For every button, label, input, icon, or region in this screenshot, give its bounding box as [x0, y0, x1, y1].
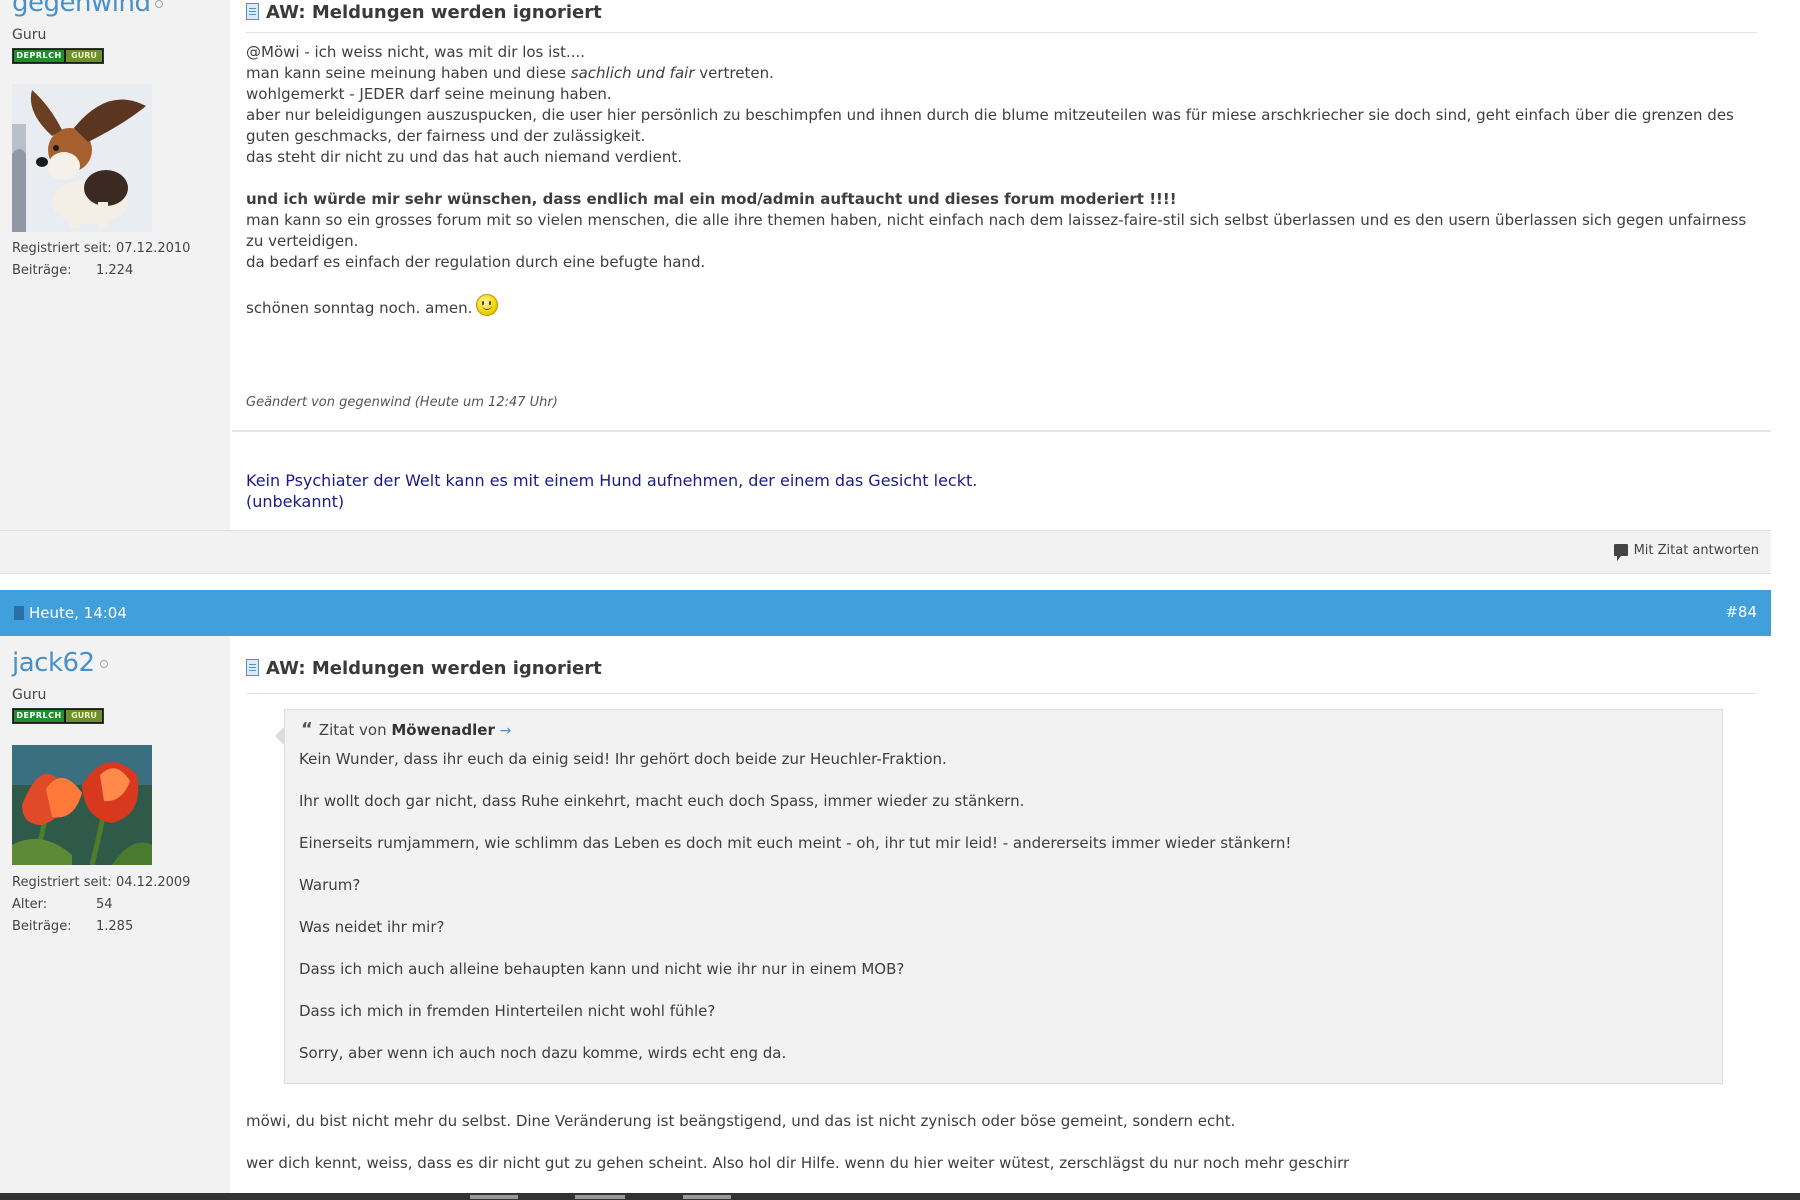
rank-badge: DEPRLCH GURU	[12, 708, 104, 724]
rank-badge-right: GURU	[66, 710, 102, 722]
body-line: wohlgemerkt - JEDER darf seine meinung h…	[246, 85, 612, 103]
registered-value: 07.12.2010	[116, 241, 191, 256]
posts-label: Beiträge:	[12, 263, 72, 278]
post-body: @Möwi - ich weiss nicht, was mit dir los…	[246, 42, 1747, 319]
quote-line: Sorry, aber wenn ich auch noch dazu komm…	[299, 1044, 787, 1062]
post-header: Heute, 14:04 #84	[0, 590, 1771, 636]
emphasis-text: sachlich und fair	[570, 64, 695, 82]
registered-row: Registriert seit: 07.12.2010	[12, 238, 190, 260]
post-title: AW: Meldungen werden ignoriert	[246, 658, 602, 679]
signature-line: Kein Psychiater der Welt kann es mit ein…	[246, 471, 978, 490]
body-line-bold: und ich würde mir sehr wünschen, dass en…	[246, 190, 1177, 208]
quote-box: “ Zitat von Möwenadler → Kein Wunder, das…	[275, 709, 1723, 1086]
user-info: Registriert seit: 07.12.2010 Beiträge: 1…	[12, 238, 190, 282]
post-body: möwi, du bist nicht mehr du selbst. Dine…	[246, 1111, 1747, 1174]
document-icon	[246, 659, 259, 676]
document-icon	[246, 3, 259, 20]
body-line: man kann so ein grosses forum mit so vie…	[246, 211, 1747, 250]
user-info: Registriert seit: 04.12.2009 Alter: 54 B…	[12, 872, 190, 938]
body-line: das steht dir nicht zu und das hat auch …	[246, 148, 682, 166]
signature: Kein Psychiater der Welt kann es mit ein…	[246, 470, 977, 512]
avatar[interactable]	[12, 84, 152, 232]
user-sidebar: gegenwind Guru DEPRLCH GURU Registriert …	[0, 0, 230, 530]
quote-line: Kein Wunder, dass ihr euch da einig seid…	[299, 750, 947, 768]
quote-content: Kein Wunder, dass ihr euch da einig seid…	[299, 750, 1291, 1086]
rank-badge-left: DEPRLCH	[14, 710, 64, 722]
quote-mark-icon: “	[301, 719, 313, 740]
online-status-icon	[155, 0, 164, 8]
post-jack62: jack62 Guru DEPRLCH GURU Registriert sei…	[0, 636, 1771, 1193]
signature-divider	[232, 430, 1771, 432]
rank-badge-right: GURU	[66, 50, 102, 62]
divider	[246, 32, 1757, 33]
posts-label: Beiträge:	[12, 919, 72, 934]
quote-author[interactable]: Möwenadler	[391, 721, 495, 739]
posts-row: Beiträge: 1.285	[12, 916, 190, 938]
registered-value: 04.12.2009	[116, 875, 191, 890]
post-title-text: AW: Meldungen werden ignoriert	[266, 2, 602, 23]
body-line: schönen sonntag noch. amen.	[246, 294, 1747, 319]
quote-prefix: Zitat von	[318, 721, 387, 739]
quote-line: Dass ich mich in fremden Hinterteilen ni…	[299, 1002, 716, 1020]
user-rank: Guru	[12, 687, 47, 703]
body-line: aber nur beleidigungen auszuspucken, die…	[246, 106, 1734, 145]
smiley-icon	[476, 294, 499, 316]
age-row: Alter: 54	[12, 894, 190, 916]
divider	[246, 693, 1757, 694]
username-link[interactable]: jack62	[12, 648, 108, 678]
body-line: möwi, du bist nicht mehr du selbst. Dine…	[246, 1112, 1236, 1130]
posts-row: Beiträge: 1.224	[12, 260, 190, 282]
post-date-icon	[14, 606, 24, 620]
signature-line: (unbekannt)	[246, 492, 345, 511]
rank-badge: DEPRLCH GURU	[12, 48, 104, 64]
reply-label: Mit Zitat antworten	[1633, 543, 1759, 558]
online-status-icon	[99, 659, 108, 668]
rank-badge-left: DEPRLCH	[14, 50, 64, 62]
body-line: man kann seine meinung haben und diese s…	[246, 64, 774, 82]
posts-value: 1.224	[96, 263, 134, 278]
quote-line: Was neidet ihr mir?	[299, 918, 445, 936]
quote-header: “ Zitat von Möwenadler →	[301, 719, 511, 740]
username[interactable]: gegenwind	[12, 0, 151, 18]
user-sidebar: jack62 Guru DEPRLCH GURU Registriert sei…	[0, 636, 230, 1193]
post-gegenwind: gegenwind Guru DEPRLCH GURU Registriert …	[0, 0, 1771, 530]
age-value: 54	[96, 897, 113, 912]
body-line: @Möwi - ich weiss nicht, was mit dir los…	[246, 43, 586, 61]
username[interactable]: jack62	[12, 648, 95, 678]
quote-line: Ihr wollt doch gar nicht, dass Ruhe eink…	[299, 792, 1025, 810]
posts-value: 1.285	[96, 919, 134, 934]
post-number-link[interactable]: #84	[1725, 603, 1757, 621]
post-footer: Mit Zitat antworten	[0, 530, 1771, 574]
post-content: AW: Meldungen werden ignoriert @Möwi - i…	[232, 0, 1771, 530]
registered-row: Registriert seit: 04.12.2009	[12, 872, 190, 894]
post-title-text: AW: Meldungen werden ignoriert	[266, 658, 602, 679]
post-content: AW: Meldungen werden ignoriert “ Zitat vo…	[232, 636, 1771, 1193]
age-label: Alter:	[12, 897, 48, 912]
quote-line: Einerseits rumjammern, wie schlimm das L…	[299, 834, 1292, 852]
quote-line: Dass ich mich auch alleine behaupten kan…	[299, 960, 905, 978]
post-date: Heute, 14:04	[14, 604, 127, 622]
reply-quote-icon	[1613, 544, 1628, 561]
registered-label: Registriert seit:	[12, 241, 112, 256]
avatar[interactable]	[12, 745, 152, 865]
username-link[interactable]: gegenwind	[12, 0, 164, 18]
user-rank: Guru	[12, 27, 47, 43]
body-line: wer dich kennt, weiss, dass es dir nicht…	[246, 1154, 1350, 1172]
quote-line: Warum?	[299, 876, 361, 894]
post-title: AW: Meldungen werden ignoriert	[246, 2, 602, 23]
reply-with-quote-button[interactable]: Mit Zitat antworten	[1613, 543, 1759, 561]
body-line: da bedarf es einfach der regulation durc…	[246, 253, 706, 271]
window-bottom-edge	[0, 1193, 1800, 1200]
registered-label: Registriert seit:	[12, 875, 112, 890]
edited-note: Geändert von gegenwind (Heute um 12:47 U…	[246, 395, 558, 410]
arrow-right-icon[interactable]: →	[500, 723, 512, 739]
